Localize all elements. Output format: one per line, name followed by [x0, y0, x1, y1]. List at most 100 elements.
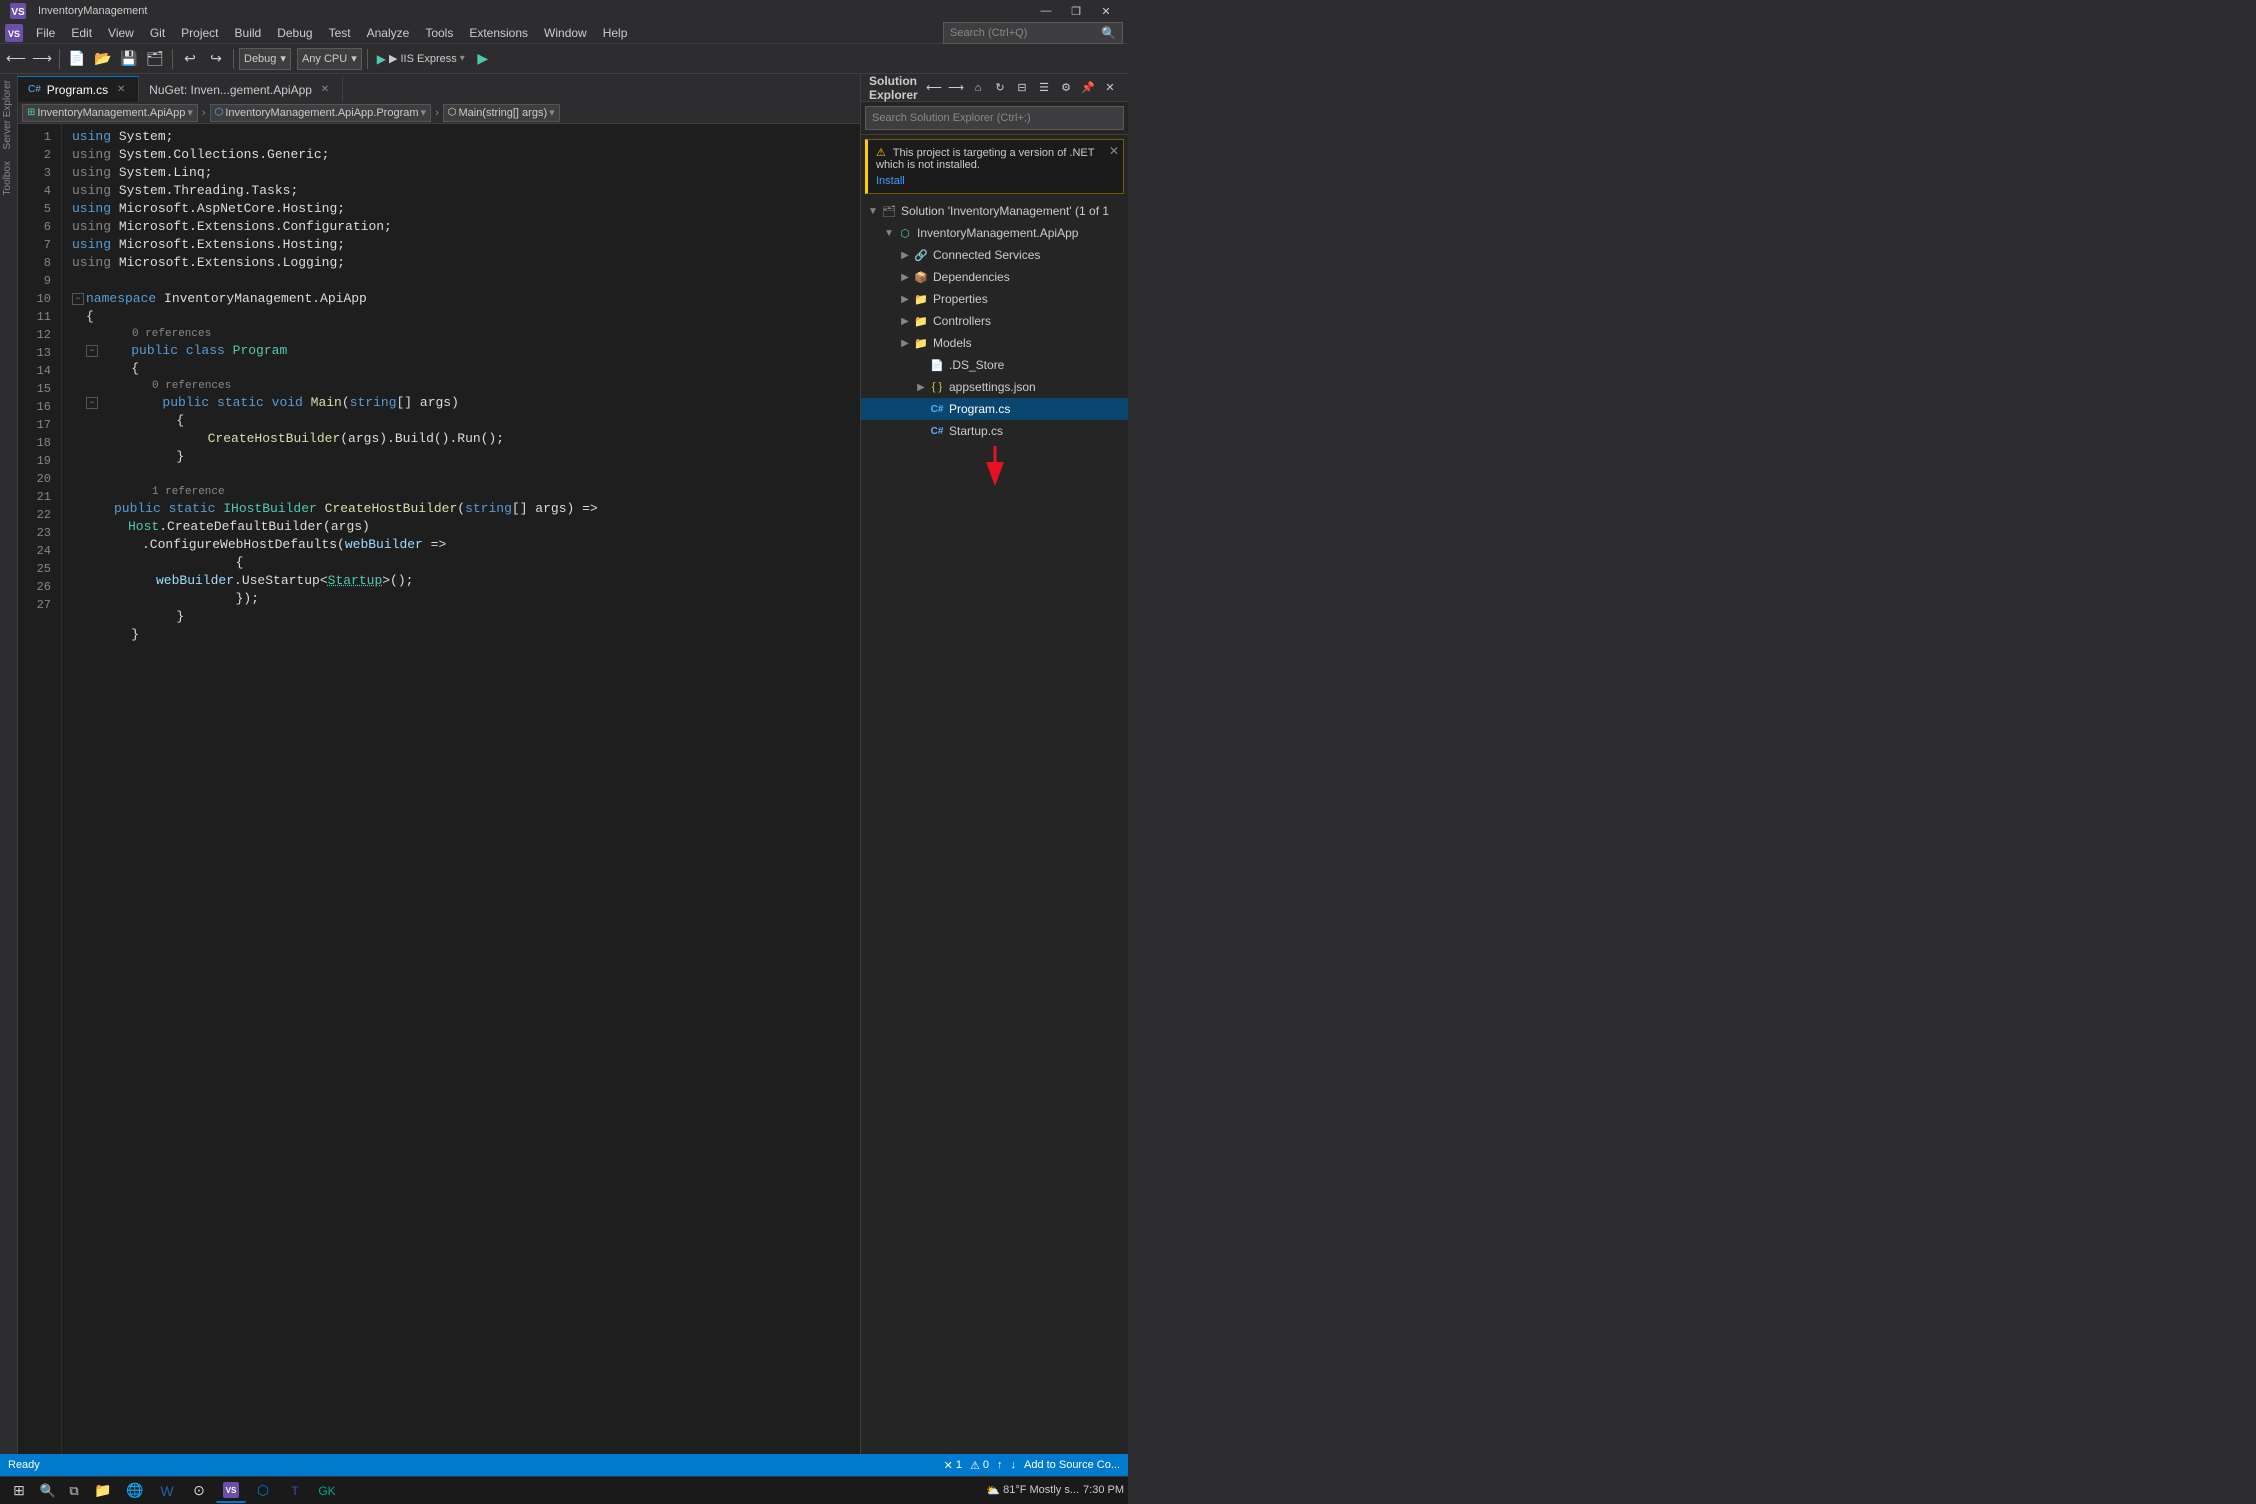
edge-icon: 🌐 — [126, 1482, 143, 1499]
taskbar-weather[interactable]: ⛅ 81°F Mostly s... — [986, 1484, 1079, 1497]
tree-properties[interactable]: ▶ 📁 Properties — [861, 288, 1128, 310]
ln-11: 11 — [18, 308, 51, 326]
menu-test[interactable]: Test — [321, 22, 359, 44]
method-dropdown[interactable]: ⬡ Main(string[] args) ▾ — [443, 104, 560, 122]
code-line-12: − public class Program — [72, 342, 860, 360]
tab-program-cs-close[interactable]: ✕ — [114, 83, 128, 97]
tree-models[interactable]: ▶ 📁 Models — [861, 332, 1128, 354]
menu-debug[interactable]: Debug — [269, 22, 320, 44]
status-errors[interactable]: ✕ 1 — [944, 1459, 962, 1472]
taskbar-chrome[interactable]: ⊙ — [184, 1479, 214, 1503]
tree-startup-cs[interactable]: ▶ C# Startup.cs — [861, 420, 1128, 442]
code-line-27 — [72, 644, 860, 662]
menu-edit[interactable]: Edit — [63, 22, 100, 44]
save-button[interactable]: 💾 — [117, 47, 141, 71]
controllers-label: Controllers — [933, 314, 991, 328]
taskbar-vscode[interactable]: ⬡ — [248, 1479, 278, 1503]
menu-file[interactable]: File — [28, 22, 63, 44]
kw-gray-3: using — [72, 164, 119, 182]
close-button[interactable]: ✕ — [1092, 2, 1120, 20]
save-all-button[interactable]: 🗂 — [143, 47, 167, 71]
side-strip: Server Explorer Toolbox — [0, 74, 18, 1454]
status-ready[interactable]: Ready — [8, 1459, 40, 1471]
tree-program-cs[interactable]: ▶ C# Program.cs — [861, 398, 1128, 420]
se-pin-btn[interactable]: 📌 — [1078, 78, 1098, 98]
se-filter-btn[interactable]: ☰ — [1034, 78, 1054, 98]
redo-button[interactable]: ↪ — [204, 47, 228, 71]
taskbar-word[interactable]: W — [152, 1479, 182, 1503]
tree-connected-services[interactable]: ▶ 🔗 Connected Services — [861, 244, 1128, 266]
menu-extensions[interactable]: Extensions — [461, 22, 536, 44]
menu-git[interactable]: Git — [142, 22, 173, 44]
ln-7: 7 — [18, 236, 51, 254]
toolbox-label[interactable]: Toolbox — [0, 155, 17, 201]
collapse-12[interactable]: − — [86, 345, 98, 357]
debug-run-button[interactable]: ▶ — [471, 47, 495, 71]
undo-button[interactable]: ↩ — [178, 47, 202, 71]
status-source-control[interactable]: Add to Source Co... — [1024, 1459, 1120, 1471]
se-settings-btn[interactable]: ⚙ — [1056, 78, 1076, 98]
project-dropdown[interactable]: ⊞ InventoryManagement.ApiApp ▾ — [22, 104, 198, 122]
class-dropdown[interactable]: ⬡ InventoryManagement.ApiApp.Program ▾ — [210, 104, 431, 122]
forward-button[interactable]: ⟶ — [30, 47, 54, 71]
menu-project[interactable]: Project — [173, 22, 226, 44]
tab-nuget[interactable]: NuGet: Inven...gement.ApiApp ✕ — [139, 76, 343, 102]
models-icon: 📁 — [913, 335, 929, 351]
taskbar-time[interactable]: 7:30 PM — [1083, 1483, 1124, 1497]
se-refresh-btn[interactable]: ↻ — [990, 78, 1010, 98]
status-up[interactable]: ↑ — [997, 1459, 1003, 1471]
code-editor[interactable]: 1 2 3 4 5 6 7 8 9 10 11 12 13 14 15 16 1… — [18, 124, 860, 1454]
file-explorer-icon: 📁 — [94, 1482, 111, 1499]
se-search-input[interactable] — [865, 106, 1124, 130]
menu-window[interactable]: Window — [536, 22, 595, 44]
se-collapse-btn[interactable]: ⊟ — [1012, 78, 1032, 98]
collapse-10[interactable]: − — [72, 293, 84, 305]
se-home-btn[interactable]: ⌂ — [968, 78, 988, 98]
warning-close-btn[interactable]: ✕ — [1109, 144, 1119, 158]
code-content[interactable]: using System; using System.Collections.G… — [62, 124, 860, 1454]
status-warnings[interactable]: ⚠ 0 — [970, 1459, 989, 1472]
tab-program-cs[interactable]: C# Program.cs ✕ — [18, 76, 139, 102]
se-back-btn[interactable]: ⟵ — [924, 78, 944, 98]
tab-program-cs-icon: C# — [28, 84, 41, 95]
menu-tools[interactable]: Tools — [417, 22, 461, 44]
open-button[interactable]: 📂 — [91, 47, 115, 71]
search-button[interactable]: 🔍 — [36, 1479, 60, 1503]
collapse-14[interactable]: − — [86, 397, 98, 409]
ln-19: 19 — [18, 452, 51, 470]
ref-hint-12: 0 references — [132, 325, 211, 343]
tab-nuget-close[interactable]: ✕ — [318, 83, 332, 97]
status-down[interactable]: ↓ — [1011, 1459, 1017, 1471]
menu-view[interactable]: View — [100, 22, 142, 44]
run-iis-button[interactable]: ▶ ▶ IIS Express ▾ — [373, 52, 469, 66]
start-button[interactable]: ⊞ — [4, 1479, 34, 1503]
taskbar-edge[interactable]: 🌐 — [120, 1479, 150, 1503]
tree-project[interactable]: ▼ ⬡ InventoryManagement.ApiApp — [861, 222, 1128, 244]
menu-analyze[interactable]: Analyze — [359, 22, 418, 44]
tree-solution[interactable]: ▼ 🗂 Solution 'InventoryManagement' (1 of… — [861, 200, 1128, 222]
taskbar-vs[interactable]: VS — [216, 1479, 246, 1503]
tree-appsettings[interactable]: ▶ { } appsettings.json — [861, 376, 1128, 398]
platform-dropdown[interactable]: Any CPU ▾ — [297, 48, 362, 70]
menu-help[interactable]: Help — [595, 22, 636, 44]
server-explorer-label[interactable]: Server Explorer — [0, 74, 17, 155]
menu-build[interactable]: Build — [227, 22, 270, 44]
new-project-button[interactable]: 📄 — [65, 47, 89, 71]
back-button[interactable]: ⟵ — [4, 47, 28, 71]
quick-search-input[interactable] — [943, 22, 1123, 44]
task-view-button[interactable]: ⧉ — [62, 1479, 86, 1503]
taskbar-gitkraken[interactable]: GK — [312, 1479, 342, 1503]
tree-dependencies[interactable]: ▶ 📦 Dependencies — [861, 266, 1128, 288]
debug-config-dropdown[interactable]: Debug ▾ — [239, 48, 291, 70]
tree-controllers[interactable]: ▶ 📁 Controllers — [861, 310, 1128, 332]
minimize-button[interactable]: — — [1032, 2, 1060, 20]
tree-ds-store[interactable]: ▶ 📄 .DS_Store — [861, 354, 1128, 376]
restore-button[interactable]: ❐ — [1062, 2, 1090, 20]
taskbar-teams[interactable]: T — [280, 1479, 310, 1503]
program-cs-label: Program.cs — [949, 402, 1010, 416]
taskbar-file-explorer[interactable]: 📁 — [88, 1479, 118, 1503]
code-line-15: { — [72, 412, 860, 430]
se-close-btn[interactable]: ✕ — [1100, 78, 1120, 98]
install-link[interactable]: Install — [876, 175, 1115, 187]
se-forward-btn[interactable]: ⟶ — [946, 78, 966, 98]
